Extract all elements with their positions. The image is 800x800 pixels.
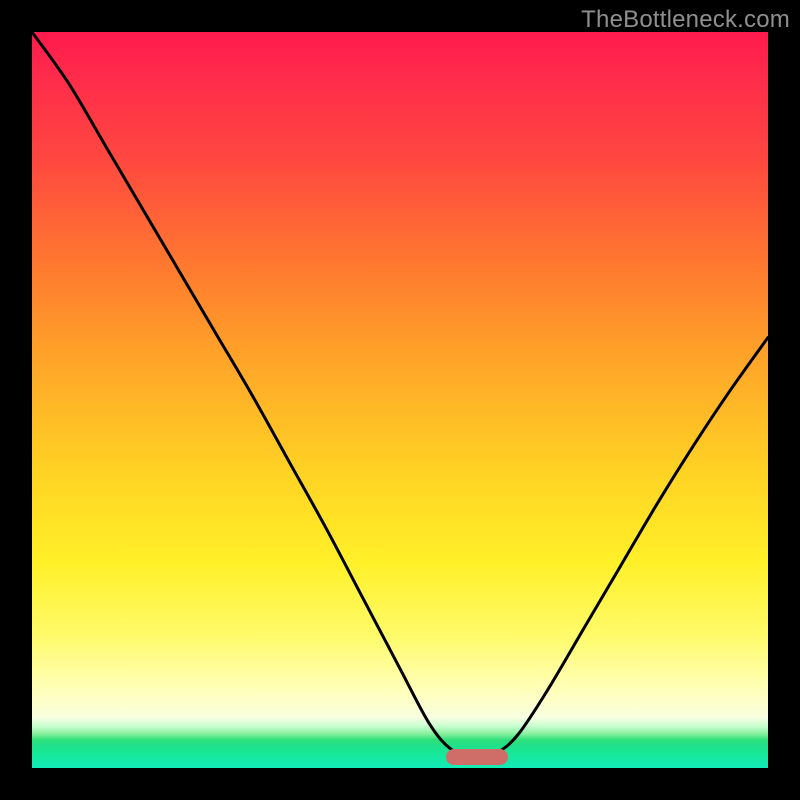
bottleneck-curve — [32, 32, 768, 768]
optimal-marker — [446, 749, 508, 765]
watermark-text: TheBottleneck.com — [581, 6, 790, 34]
curve-path — [32, 32, 768, 757]
chart-frame: TheBottleneck.com — [0, 0, 800, 800]
